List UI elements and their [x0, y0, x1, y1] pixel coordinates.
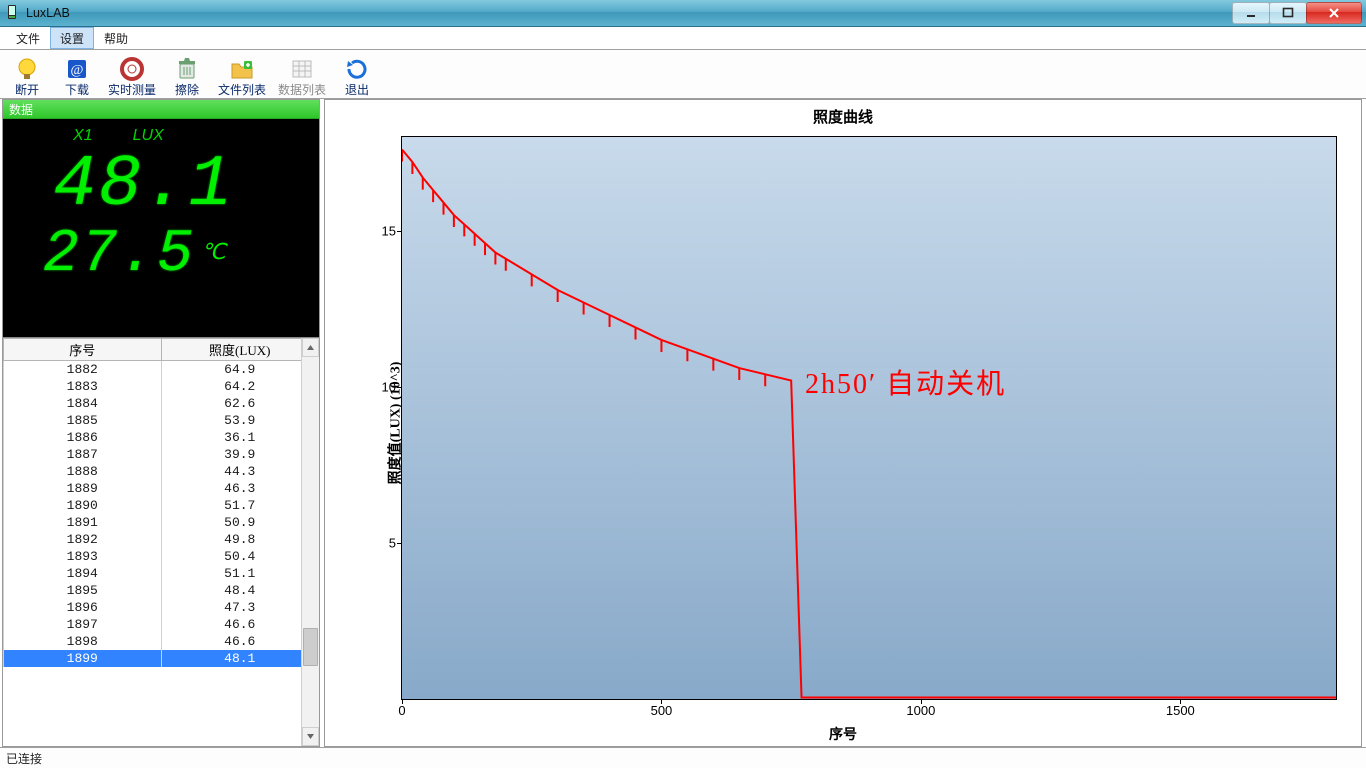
display-mode: X1	[73, 127, 93, 145]
table-row[interactable]: 188946.3	[4, 480, 319, 497]
chart-panel: 照度曲线 照度值(LUX) (10^3) 序号 5101505001000150…	[324, 99, 1362, 747]
table-row[interactable]: 188844.3	[4, 463, 319, 480]
display-temp-unit: ℃	[201, 239, 226, 265]
table-row[interactable]: 189249.8	[4, 531, 319, 548]
display-lux-value: 48.1	[13, 149, 309, 221]
table-row[interactable]: 188553.9	[4, 412, 319, 429]
chart-annotation: 2h50′ 自动关机	[805, 362, 1006, 402]
menu-file[interactable]: 文件	[6, 27, 50, 49]
app-icon	[4, 5, 20, 21]
svg-text:@: @	[71, 63, 84, 78]
exit-icon	[344, 56, 370, 82]
xtick: 500	[651, 703, 673, 718]
data-table[interactable]: 序号 照度(LUX) 188264.9188364.2188462.618855…	[3, 338, 319, 667]
chart-line	[402, 137, 1336, 699]
table-row[interactable]: 188739.9	[4, 446, 319, 463]
toolbar-datalist[interactable]: 数据列表	[278, 56, 326, 98]
toolbar-download[interactable]: @ 下载	[58, 56, 96, 98]
data-panel-header: 数据	[3, 100, 319, 119]
col-seq: 序号	[69, 343, 95, 358]
chart-xlabel: 序号	[325, 724, 1361, 744]
table-scrollbar[interactable]	[301, 338, 319, 746]
ytick: 10	[382, 379, 396, 394]
bulb-icon	[14, 56, 40, 82]
toolbar: 断开 @ 下载 实时测量 擦除 文件列表 数据列表 退出	[0, 50, 1366, 99]
table-row[interactable]: 189051.7	[4, 497, 319, 514]
col-lux: 照度(LUX)	[209, 343, 270, 358]
chart-plot-area: 51015050010001500	[401, 136, 1337, 700]
lifebuoy-icon	[119, 56, 145, 82]
window-maximize-button[interactable]	[1269, 2, 1307, 24]
table-row[interactable]: 188636.1	[4, 429, 319, 446]
lux-display: X1 LUX 48.1 27.5 ℃	[3, 119, 319, 337]
display-unit: LUX	[133, 127, 164, 145]
ytick: 5	[389, 535, 396, 550]
folder-plus-icon	[229, 56, 255, 82]
xtick: 1000	[906, 703, 935, 718]
statusbar: 已连接	[0, 747, 1366, 768]
scroll-thumb[interactable]	[303, 628, 318, 666]
table-row[interactable]: 189846.6	[4, 633, 319, 650]
trash-icon	[174, 56, 200, 82]
table-row[interactable]: 188264.9	[4, 361, 319, 379]
window-close-button[interactable]	[1306, 2, 1362, 24]
table-row[interactable]: 188364.2	[4, 378, 319, 395]
table-row[interactable]: 189746.6	[4, 616, 319, 633]
table-icon	[289, 56, 315, 82]
scroll-down-button[interactable]	[302, 727, 319, 746]
chart-title: 照度曲线	[325, 106, 1361, 127]
table-row[interactable]: 189451.1	[4, 565, 319, 582]
window-title: LuxLAB	[26, 6, 70, 20]
titlebar: LuxLAB	[0, 0, 1366, 27]
table-row[interactable]: 189647.3	[4, 599, 319, 616]
menubar: 文件 设置 帮助	[0, 27, 1366, 50]
menu-settings[interactable]: 设置	[50, 27, 94, 49]
menu-help[interactable]: 帮助	[94, 27, 138, 49]
toolbar-erase[interactable]: 擦除	[168, 56, 206, 98]
toolbar-disconnect[interactable]: 断开	[8, 56, 46, 98]
data-panel: 数据 X1 LUX 48.1 27.5 ℃ 序号 照度(LUX)	[2, 99, 320, 747]
toolbar-exit[interactable]: 退出	[338, 56, 376, 98]
download-icon: @	[64, 56, 90, 82]
table-row[interactable]: 189948.1	[4, 650, 319, 667]
table-row[interactable]: 189548.4	[4, 582, 319, 599]
window-minimize-button[interactable]	[1232, 2, 1270, 24]
xtick: 0	[398, 703, 405, 718]
xtick: 1500	[1166, 703, 1195, 718]
ytick: 15	[382, 223, 396, 238]
table-row[interactable]: 189350.4	[4, 548, 319, 565]
status-text: 已连接	[6, 750, 42, 767]
display-temp-value: 27.5	[43, 225, 195, 285]
toolbar-realtime[interactable]: 实时测量	[108, 56, 156, 98]
toolbar-filelist[interactable]: 文件列表	[218, 56, 266, 98]
scroll-up-button[interactable]	[302, 338, 319, 357]
table-row[interactable]: 189150.9	[4, 514, 319, 531]
table-row[interactable]: 188462.6	[4, 395, 319, 412]
